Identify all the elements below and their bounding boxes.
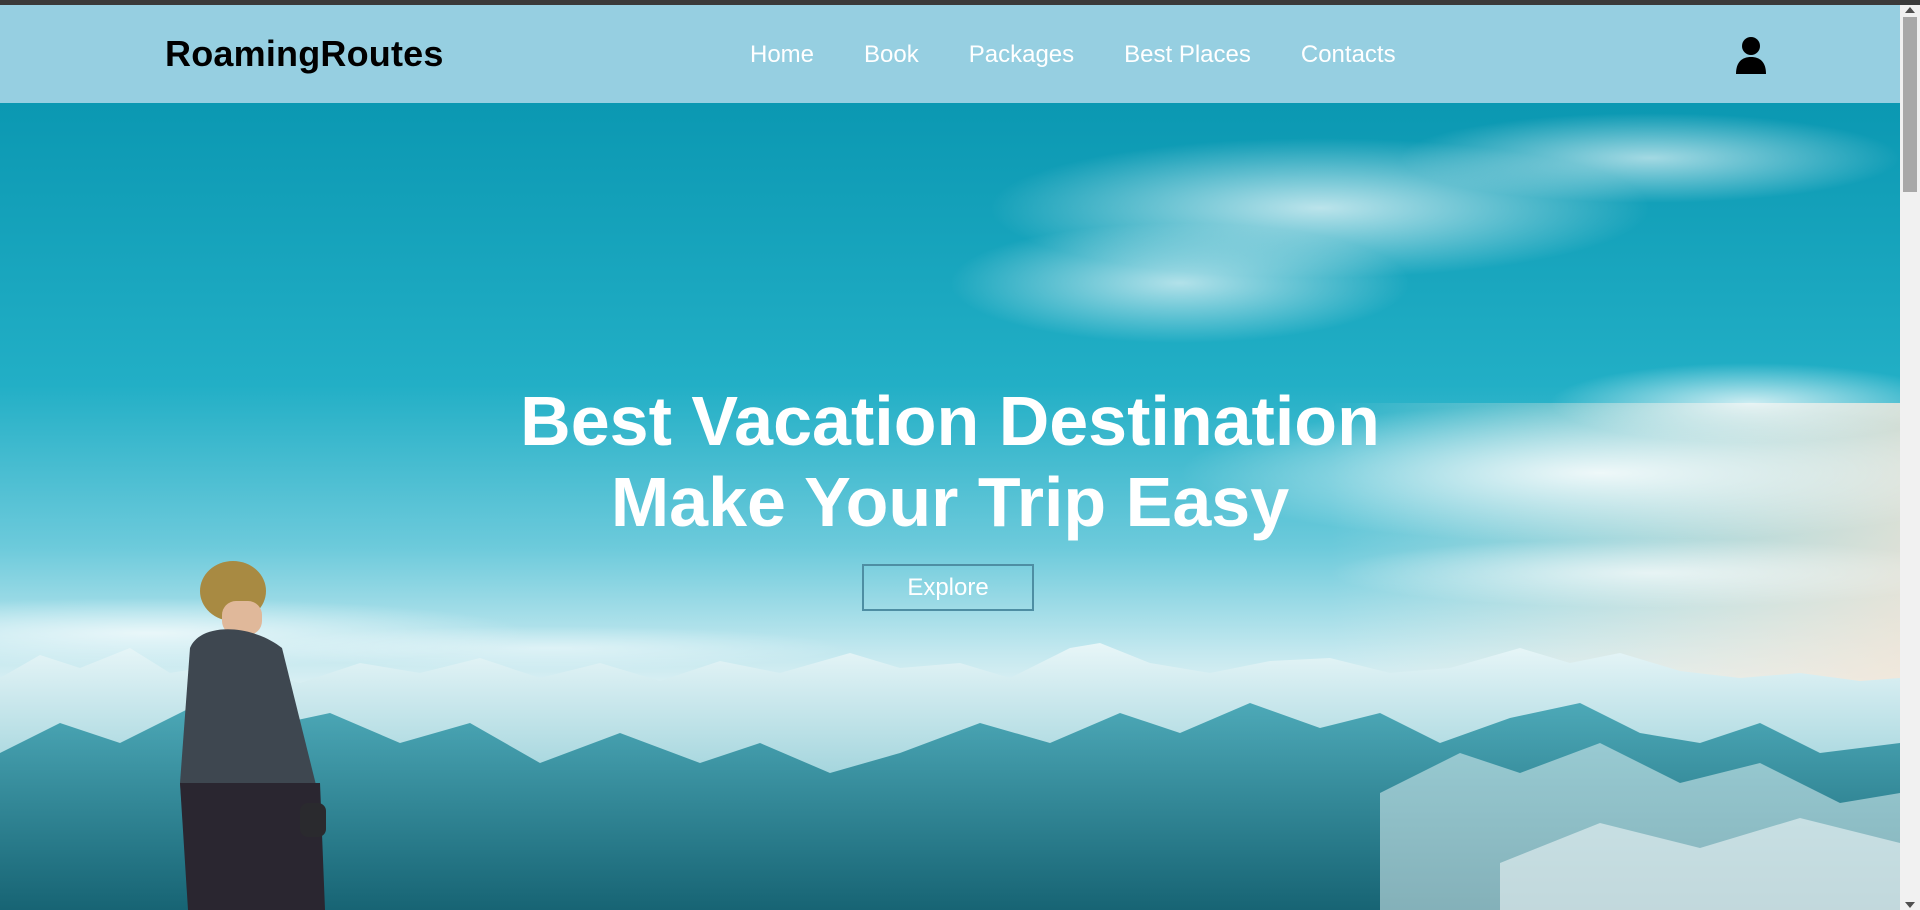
page-scrollbar[interactable] (1900, 5, 1920, 910)
nav-item-best-places[interactable]: Best Places (1124, 41, 1251, 69)
explore-button[interactable]: Explore (862, 564, 1034, 611)
nav-item-home[interactable]: Home (750, 41, 814, 69)
user-icon[interactable] (1735, 36, 1767, 74)
scroll-up-arrow-icon[interactable] (1905, 7, 1915, 13)
hero-title-line-2: Make Your Trip Easy (610, 463, 1290, 541)
logo[interactable]: RoamingRoutes (165, 33, 444, 75)
nav-item-packages[interactable]: Packages (969, 41, 1074, 69)
hero-title: Best Vacation Destination Make Your Trip… (0, 381, 1900, 543)
hero-section: Best Vacation Destination Make Your Trip… (0, 103, 1900, 910)
scroll-down-arrow-icon[interactable] (1905, 902, 1915, 908)
nav-item-book[interactable]: Book (864, 41, 919, 69)
nav-links: Home Book Packages Best Places Contacts (750, 41, 1396, 69)
navbar: RoamingRoutes Home Book Packages Best Pl… (0, 5, 1900, 103)
scrollbar-thumb[interactable] (1903, 17, 1917, 192)
app-window: RoamingRoutes Home Book Packages Best Pl… (0, 0, 1920, 910)
nav-item-contacts[interactable]: Contacts (1301, 41, 1396, 69)
hero-title-line-1: Best Vacation Destination (520, 382, 1380, 460)
